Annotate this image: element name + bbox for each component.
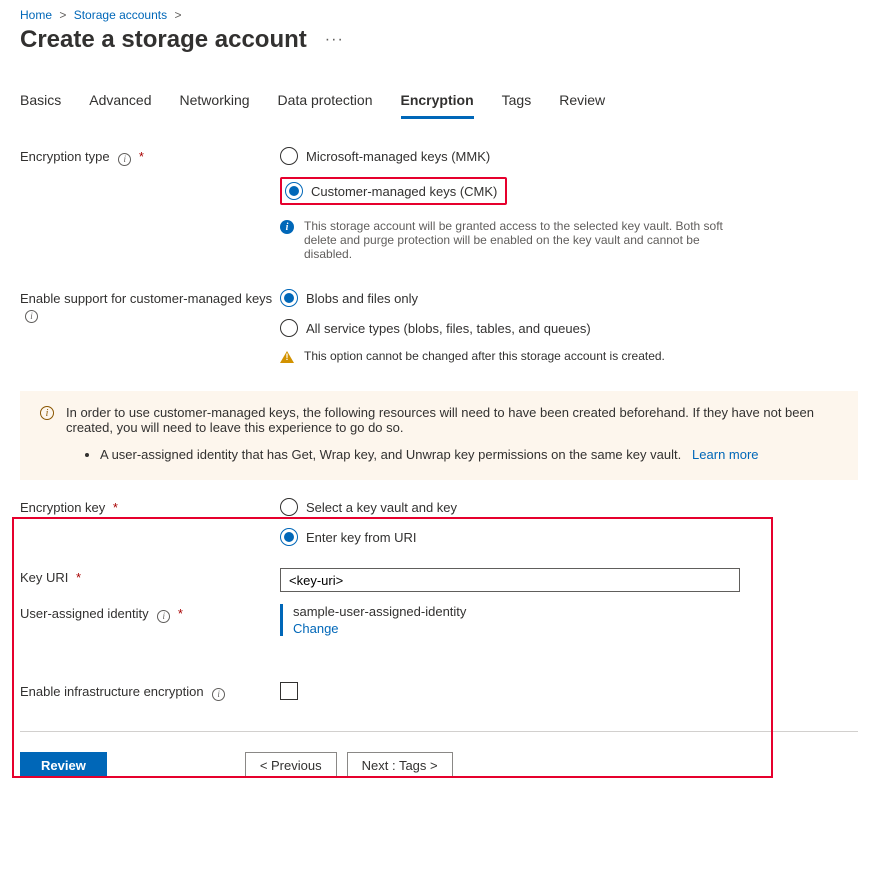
radio-cmk-label: Customer-managed keys (CMK) (311, 184, 497, 199)
page-title: Create a storage account (20, 26, 307, 54)
tab-networking[interactable]: Networking (180, 92, 250, 119)
required-indicator: * (139, 149, 144, 164)
required-indicator: * (178, 606, 183, 621)
tab-encryption[interactable]: Encryption (401, 92, 474, 119)
info-icon[interactable]: i (212, 688, 225, 701)
info-icon[interactable]: i (25, 310, 38, 323)
info-icon[interactable]: i (157, 610, 170, 623)
chevron-right-icon: > (174, 8, 181, 22)
info-icon: i (40, 406, 54, 420)
tab-advanced[interactable]: Advanced (89, 92, 151, 119)
more-actions-icon[interactable]: ··· (325, 31, 344, 49)
tab-basics[interactable]: Basics (20, 92, 61, 119)
radio-mmk[interactable]: Microsoft-managed keys (MMK) (280, 147, 858, 165)
link-change-identity[interactable]: Change (293, 621, 858, 636)
warn-option-locked: This option cannot be changed after this… (280, 349, 740, 363)
radio-icon (285, 182, 303, 200)
info-icon: i (280, 220, 294, 234)
value-user-assigned-identity: sample-user-assigned-identity (293, 604, 858, 619)
label-user-assigned-identity: User-assigned identity i * (20, 604, 280, 623)
radio-all-services[interactable]: All service types (blobs, files, tables,… (280, 319, 858, 337)
tab-review[interactable]: Review (559, 92, 605, 119)
radio-icon (280, 147, 298, 165)
tab-tags[interactable]: Tags (502, 92, 532, 119)
radio-icon (280, 498, 298, 516)
highlight-box-cmk: Customer-managed keys (CMK) (280, 177, 507, 205)
warning-icon (280, 351, 294, 363)
radio-enter-uri-label: Enter key from URI (306, 530, 417, 545)
breadcrumb-home[interactable]: Home (20, 8, 52, 22)
radio-cmk[interactable]: Customer-managed keys (CMK) (285, 182, 497, 200)
checkbox-infra-encryption[interactable] (280, 682, 298, 700)
label-encryption-key: Encryption key * (20, 498, 280, 515)
radio-icon (280, 528, 298, 546)
required-indicator: * (76, 570, 81, 585)
radio-icon (280, 289, 298, 307)
breadcrumb-storage-accounts[interactable]: Storage accounts (74, 8, 167, 22)
tab-data-protection[interactable]: Data protection (278, 92, 373, 119)
label-key-uri: Key URI * (20, 568, 280, 585)
notice-prerequisites: i In order to use customer-managed keys,… (20, 391, 858, 480)
input-key-uri[interactable] (280, 568, 740, 592)
required-indicator: * (113, 500, 118, 515)
chevron-right-icon: > (59, 8, 66, 22)
radio-blobs-label: Blobs and files only (306, 291, 418, 306)
label-enable-support: Enable support for customer-managed keys… (20, 289, 280, 323)
divider (20, 731, 858, 732)
previous-button[interactable]: < Previous (245, 752, 337, 778)
footer: Review < Previous Next : Tags > (20, 752, 858, 778)
radio-enter-uri[interactable]: Enter key from URI (280, 528, 858, 546)
radio-select-vault[interactable]: Select a key vault and key (280, 498, 858, 516)
radio-all-label: All service types (blobs, files, tables,… (306, 321, 591, 336)
breadcrumb: Home > Storage accounts > (20, 8, 858, 22)
radio-select-vault-label: Select a key vault and key (306, 500, 457, 515)
radio-icon (280, 319, 298, 337)
label-enable-infra-encryption: Enable infrastructure encryption i (20, 682, 280, 701)
label-encryption-type: Encryption type i * (20, 147, 280, 166)
radio-mmk-label: Microsoft-managed keys (MMK) (306, 149, 490, 164)
next-button[interactable]: Next : Tags > (347, 752, 453, 778)
link-learn-more[interactable]: Learn more (692, 447, 758, 462)
review-button[interactable]: Review (20, 752, 107, 778)
tabs: Basics Advanced Networking Data protecti… (20, 92, 858, 119)
info-icon[interactable]: i (118, 153, 131, 166)
info-cmk: i This storage account will be granted a… (280, 219, 740, 261)
radio-blobs-only[interactable]: Blobs and files only (280, 289, 858, 307)
